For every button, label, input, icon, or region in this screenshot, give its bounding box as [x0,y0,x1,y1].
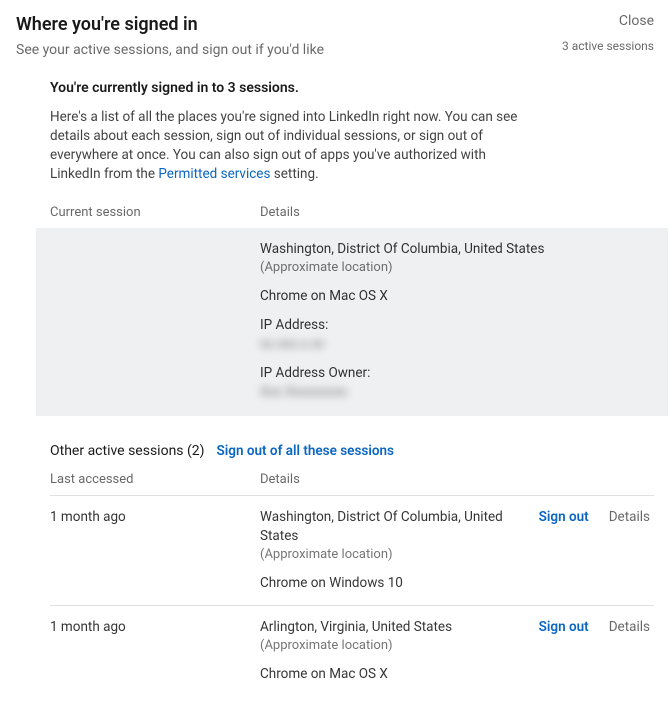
permitted-services-link[interactable]: Permitted services [158,166,270,182]
col-current-session: Current session [50,204,260,222]
sessions-summary: You're currently signed in to 3 sessions… [50,79,654,99]
page-title: Where you're signed in [16,12,562,37]
other-sessions-title: Other active sessions (2) [50,442,205,462]
row-browser: Chrome on Mac OS X [260,665,524,684]
desc-post: setting. [270,166,318,182]
session-row: 1 month ago Washington, District Of Colu… [50,495,654,605]
current-approx: (Approximate location) [260,259,654,277]
close-button[interactable]: Close [562,12,654,32]
signout-link[interactable]: Sign out [539,618,589,637]
details-link[interactable]: Details [609,508,650,527]
session-row: 1 month ago Arlington, Virginia, United … [50,605,654,696]
ip-label: IP Address: [260,316,654,335]
col-details: Details [260,204,654,222]
col-last-accessed: Last accessed [50,471,260,489]
row-location: Washington, District Of Columbia, United… [260,508,524,546]
current-browser: Chrome on Mac OS X [260,287,654,306]
row-browser: Chrome on Windows 10 [260,574,524,593]
sessions-description: Here's a list of all the places you're s… [50,108,530,184]
row-location: Arlington, Virginia, United States [260,618,524,637]
last-accessed: 1 month ago [50,508,260,593]
ip-value: xx.xxx.x.xx [260,335,324,354]
col-details-2: Details [260,471,524,489]
page-subtitle: See your active sessions, and sign out i… [16,41,562,61]
row-approx: (Approximate location) [260,546,524,564]
last-accessed: 1 month ago [50,618,260,684]
sessions-count: 3 active sessions [562,38,654,55]
row-approx: (Approximate location) [260,637,524,655]
signout-link[interactable]: Sign out [539,508,589,527]
current-location: Washington, District Of Columbia, United… [260,240,654,259]
details-link[interactable]: Details [609,618,650,637]
current-session-box: Washington, District Of Columbia, United… [36,228,668,416]
ip-owner-value: Xxx Xxxxxxxxx [260,383,347,402]
ip-owner-label: IP Address Owner: [260,364,654,383]
signout-all-link[interactable]: Sign out of all these sessions [217,442,394,461]
